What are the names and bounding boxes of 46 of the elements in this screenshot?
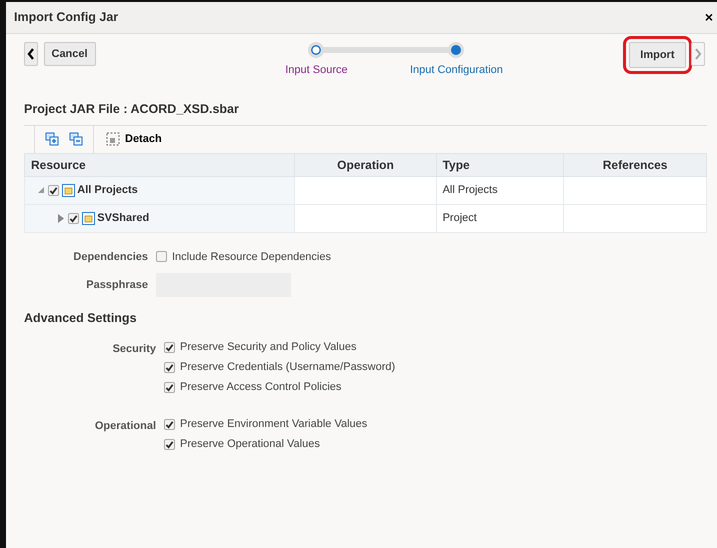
- resource-name: All Projects: [77, 183, 138, 198]
- collapse-all-icon[interactable]: [69, 132, 83, 146]
- checkbox-option[interactable]: Preserve Credentials (Username/Password): [164, 358, 717, 378]
- column-header: Operation: [294, 153, 436, 176]
- close-button[interactable]: ×: [704, 7, 713, 28]
- checkbox[interactable]: [164, 419, 175, 430]
- checkbox-option[interactable]: Preserve Security and Policy Values: [164, 338, 717, 358]
- expand-icon[interactable]: [57, 214, 65, 223]
- step-label: Input Source: [285, 63, 348, 78]
- checkbox-option[interactable]: Include Resource Dependencies: [156, 246, 717, 267]
- detach-icon: [106, 132, 120, 146]
- detach-button[interactable]: Detach: [106, 131, 162, 148]
- column-header: Type: [436, 153, 564, 176]
- table-cell: All Projects: [436, 176, 564, 204]
- step-indicator[interactable]: [448, 42, 464, 58]
- cancel-button[interactable]: Cancel: [44, 42, 96, 66]
- section-heading: Project JAR File : ACORD_XSD.sbar: [23, 101, 240, 118]
- checkbox-option[interactable]: Preserve Environment Variable Values: [164, 414, 717, 434]
- section-heading: Advanced Settings: [23, 310, 138, 327]
- checkbox[interactable]: [164, 342, 175, 353]
- column-header: Resource: [24, 153, 295, 176]
- checkbox[interactable]: [68, 212, 79, 224]
- expand-all-icon[interactable]: [45, 132, 59, 146]
- checkbox[interactable]: [48, 184, 59, 196]
- window-title: Import Config Jar: [14, 9, 118, 26]
- checkbox[interactable]: [164, 362, 175, 373]
- back-button[interactable]: [24, 42, 38, 66]
- chevron-left-icon: [27, 48, 35, 60]
- folder-icon: [62, 184, 74, 197]
- group-label: Security: [112, 342, 157, 356]
- column-header: References: [564, 153, 706, 176]
- field-label: Dependencies: [72, 250, 149, 264]
- checkbox[interactable]: [164, 439, 175, 450]
- resource-name: SVShared: [97, 211, 150, 226]
- group-label: Operational: [94, 418, 157, 434]
- field-label: Passphrase: [85, 278, 149, 292]
- table-cell: Project: [436, 204, 564, 232]
- step-label: Input Configuration: [410, 63, 503, 78]
- chevron-right-icon: [694, 48, 702, 60]
- step-indicator[interactable]: [308, 42, 324, 58]
- checkbox-option[interactable]: Preserve Operational Values: [164, 434, 717, 454]
- folder-icon: [82, 212, 94, 225]
- checkbox[interactable]: [164, 382, 175, 393]
- checkbox[interactable]: [156, 251, 167, 262]
- collapse-icon[interactable]: [37, 186, 45, 194]
- checkbox-option[interactable]: Preserve Access Control Policies: [164, 378, 717, 398]
